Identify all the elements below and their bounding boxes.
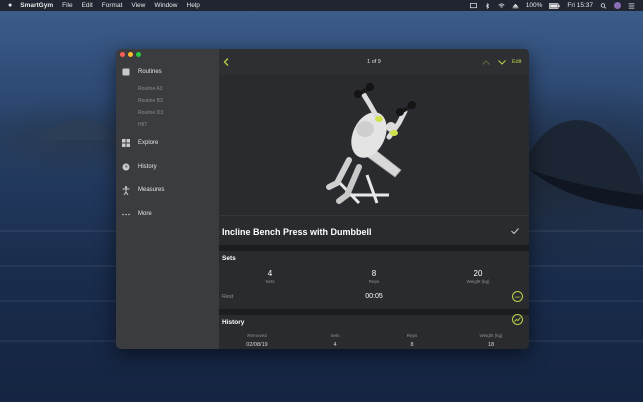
- history-cell: 8: [410, 342, 414, 348]
- chevron-down-icon[interactable]: [498, 60, 506, 65]
- stat-label: Reps: [368, 279, 380, 284]
- start-timer-label: start: [514, 294, 521, 299]
- close-icon[interactable]: [120, 52, 125, 57]
- clock[interactable]: Fri 15:37: [567, 2, 593, 9]
- chevron-up-icon[interactable]: [482, 60, 490, 65]
- sidebar-item-routines[interactable]: Routines: [122, 68, 162, 76]
- history-header: Removed: [247, 333, 267, 338]
- sidebar-item-label: More: [138, 211, 152, 217]
- wifi-icon[interactable]: [498, 3, 505, 9]
- bluetooth-icon[interactable]: [484, 2, 491, 9]
- routines-icon: [122, 68, 130, 76]
- battery-percent: 100%: [525, 2, 543, 9]
- history-header: Reps: [406, 333, 418, 338]
- sidebar-item-label: History: [138, 164, 157, 170]
- stat-value: 4: [267, 269, 273, 278]
- sidebar-item-history[interactable]: History: [122, 163, 157, 171]
- sidebar-item-label: Routines: [138, 69, 162, 75]
- sidebar-item-explore[interactable]: Explore: [122, 139, 158, 147]
- sidebar: Routines Routine A3 Routine B3 Routine D…: [116, 49, 219, 349]
- sidebar-item-label: Explore: [138, 140, 159, 146]
- stat-value: 8: [371, 269, 377, 278]
- reps-stat[interactable]: 8 Reps: [344, 269, 404, 284]
- trend-chart-icon: [514, 317, 521, 322]
- routine-item[interactable]: Routine D3: [138, 110, 163, 116]
- airplay-icon[interactable]: [469, 2, 477, 9]
- menu-view[interactable]: View: [131, 2, 145, 9]
- rest-timer[interactable]: 00:05: [219, 293, 529, 300]
- history-cell: 4: [333, 342, 337, 348]
- routine-item[interactable]: Routine B3: [138, 98, 163, 104]
- history-header: Weight (kg): [479, 333, 503, 338]
- apple-icon[interactable]: ●: [8, 2, 12, 9]
- app-window: Routines Routine A3 Routine B3 Routine D…: [116, 49, 529, 349]
- routine-item[interactable]: Routine A3: [138, 86, 162, 92]
- eject-icon[interactable]: [512, 3, 519, 9]
- routine-item[interactable]: HIIT: [138, 122, 147, 128]
- sidebar-item-measures[interactable]: Measures: [122, 185, 165, 195]
- start-timer-button[interactable]: start: [512, 291, 523, 302]
- history-header: Sets: [330, 333, 340, 338]
- section-title: Sets: [222, 255, 236, 262]
- history-cell: 02/08/19: [246, 342, 268, 348]
- stat-label: Sets: [265, 279, 275, 284]
- notification-center-icon[interactable]: [628, 3, 635, 9]
- history-chart-button[interactable]: [512, 314, 523, 325]
- checkmark-icon[interactable]: [511, 228, 519, 234]
- more-icon: [122, 210, 130, 218]
- app-menu[interactable]: SmartGym: [20, 2, 53, 9]
- history-cell: 18: [487, 342, 495, 348]
- history-section: History Removed Sets Reps Weight (kg) 02…: [219, 314, 529, 349]
- sets-section: Sets 4 Sets 8 Reps 20 Weight (kg) Rest 0…: [219, 251, 529, 309]
- weight-stat[interactable]: 20 Weight (kg): [448, 269, 508, 284]
- menu-window[interactable]: Window: [154, 2, 177, 9]
- exercise-title: Incline Bench Press with Dumbbell: [222, 227, 372, 237]
- exercise-figure: [326, 83, 416, 205]
- grid-icon: [122, 139, 130, 147]
- clock-icon: [122, 163, 130, 171]
- exercise-title-row: Incline Bench Press with Dumbbell: [219, 215, 529, 245]
- menu-help[interactable]: Help: [187, 2, 200, 9]
- zoom-icon[interactable]: [136, 52, 141, 57]
- menu-file[interactable]: File: [62, 2, 72, 9]
- section-title: History: [222, 319, 245, 326]
- window-controls: [120, 52, 141, 57]
- stat-value: 20: [473, 269, 483, 278]
- main-panel: 1 of 9 Edit Incline Bench Press with Dum…: [219, 49, 529, 349]
- edit-button[interactable]: Edit: [512, 59, 521, 65]
- search-icon[interactable]: [600, 2, 607, 9]
- menu-edit[interactable]: Edit: [82, 2, 93, 9]
- minimize-icon[interactable]: [128, 52, 133, 57]
- sidebar-item-label: Measures: [138, 187, 165, 193]
- exercise-illustration: [219, 75, 529, 215]
- sets-stat[interactable]: 4 Sets: [240, 269, 300, 284]
- body-icon: [122, 185, 130, 195]
- toolbar: 1 of 9 Edit: [219, 49, 529, 75]
- menu-format[interactable]: Format: [102, 2, 123, 9]
- battery-icon[interactable]: [549, 2, 560, 9]
- user-avatar-icon[interactable]: [614, 2, 621, 9]
- sidebar-item-more[interactable]: More: [122, 210, 152, 218]
- stat-label: Weight (kg): [466, 279, 490, 284]
- menu-bar: ● SmartGym File Edit Format View Window …: [0, 0, 643, 11]
